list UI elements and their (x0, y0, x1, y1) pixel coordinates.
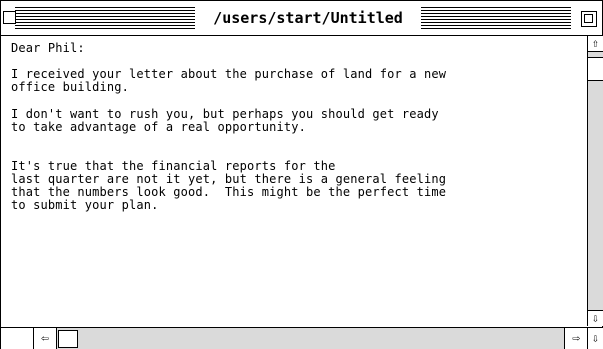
right-arrow-icon[interactable]: ⇨ (564, 328, 587, 349)
grow-box-icon[interactable]: ⇩ (587, 327, 603, 349)
paragraph-2: I don't want to rush you, but perhaps yo… (11, 107, 439, 134)
paragraph-1: I received your letter about the purchas… (11, 67, 447, 94)
text-area[interactable]: Dear Phil: I received your letter about … (1, 36, 586, 326)
horizontal-scroll-thumb[interactable] (58, 330, 78, 348)
vertical-scroll-thumb[interactable] (588, 57, 603, 81)
vertical-scrollbar[interactable]: ⇧ ⇩ (587, 36, 603, 326)
close-box[interactable] (3, 11, 16, 24)
horizontal-scrollbar-spacer (1, 328, 33, 349)
zoom-box[interactable] (581, 11, 597, 27)
horizontal-scrollbar[interactable]: ⇦ ⇨ (1, 327, 587, 349)
window-title: /users/start/Untitled (195, 6, 421, 30)
title-bar[interactable]: /users/start/Untitled (1, 1, 602, 36)
left-arrow-icon[interactable]: ⇦ (33, 328, 57, 349)
title-bar-stripes-right (421, 7, 571, 29)
paragraph-3: It's true that the financial reports for… (11, 159, 447, 212)
down-arrow-icon[interactable]: ⇩ (588, 310, 603, 326)
up-arrow-icon[interactable]: ⇧ (588, 36, 603, 52)
paragraph-greeting: Dear Phil: (11, 41, 85, 55)
document-window: /users/start/Untitled Dear Phil: I recei… (0, 0, 603, 349)
title-bar-stripes-left (15, 7, 195, 29)
